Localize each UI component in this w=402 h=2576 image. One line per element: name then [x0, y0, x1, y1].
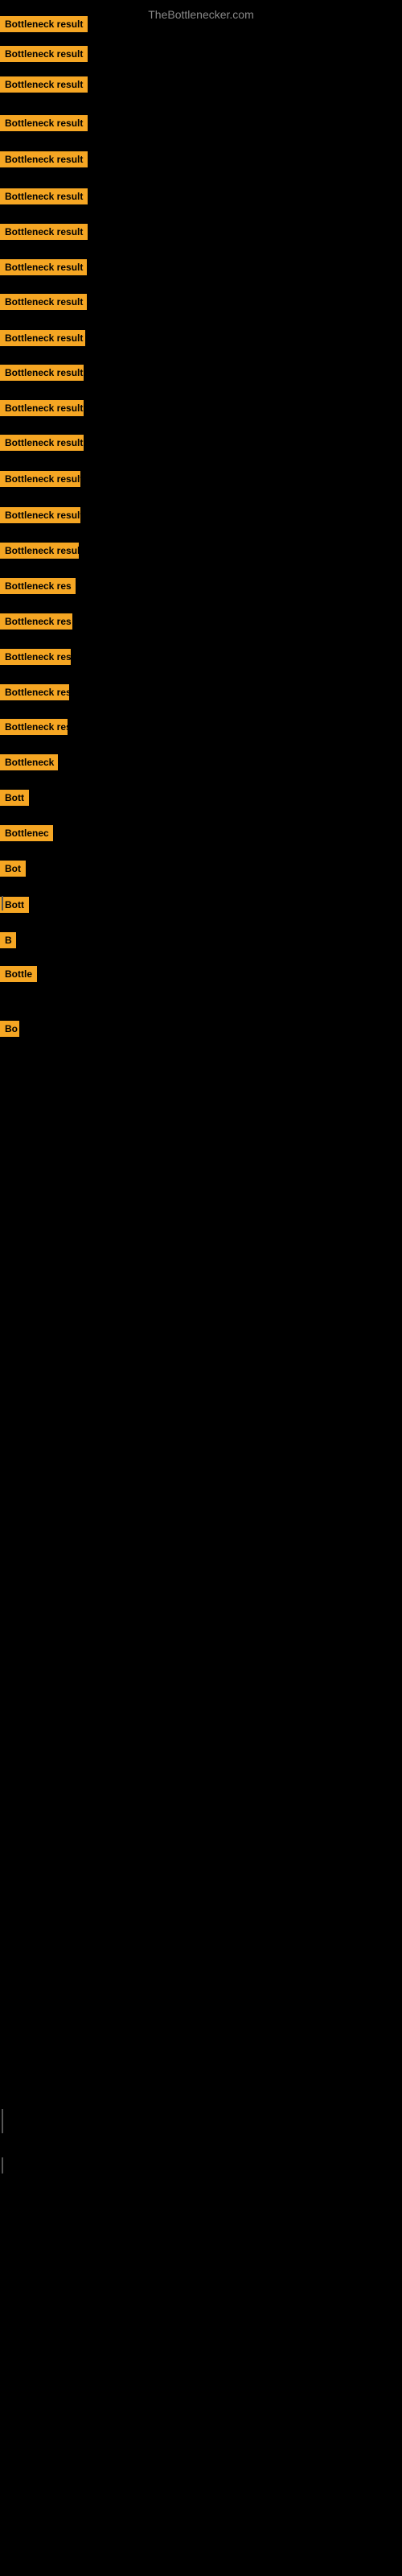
- bottleneck-badge-text-4: Bottleneck result: [0, 115, 88, 131]
- bottleneck-badge-15: Bottleneck result: [0, 507, 80, 527]
- bottleneck-badge-text-15: Bottleneck result: [0, 507, 80, 523]
- bottleneck-badge-text-14: Bottleneck result: [0, 471, 80, 487]
- bottleneck-badge-text-25: Bot: [0, 861, 26, 877]
- bottleneck-badge-text-8: Bottleneck result: [0, 259, 87, 275]
- bottleneck-badge-text-24: Bottlenec: [0, 825, 53, 841]
- bottleneck-badge-5: Bottleneck result: [0, 151, 88, 171]
- bottleneck-badge-13: Bottleneck result: [0, 435, 84, 455]
- bottleneck-badge-6: Bottleneck result: [0, 188, 88, 208]
- bottleneck-badge-text-10: Bottleneck result: [0, 330, 85, 346]
- bottleneck-badge-4: Bottleneck result: [0, 115, 88, 135]
- bottleneck-badge-text-26: Bott: [0, 897, 29, 913]
- bottleneck-badge-text-7: Bottleneck result: [0, 224, 88, 240]
- vertical-line-1: [2, 896, 3, 910]
- bottleneck-badge-23: Bott: [0, 790, 29, 810]
- bottleneck-badge-text-17: Bottleneck res: [0, 578, 76, 594]
- vertical-line-3: [2, 2157, 3, 2174]
- bottleneck-badge-19: Bottleneck res: [0, 649, 71, 669]
- bottleneck-badge-text-3: Bottleneck result: [0, 76, 88, 93]
- bottleneck-badge-24: Bottlenec: [0, 825, 53, 845]
- bottleneck-badge-16: Bottleneck result: [0, 543, 79, 563]
- bottleneck-badge-10: Bottleneck result: [0, 330, 85, 350]
- bottleneck-badge-27: B: [0, 932, 16, 952]
- bottleneck-badge-text-21: Bottleneck res: [0, 719, 68, 735]
- bottleneck-badge-28: Bottle: [0, 966, 37, 986]
- bottleneck-badge-text-9: Bottleneck result: [0, 294, 87, 310]
- vertical-line-2: [2, 2109, 3, 2133]
- bottleneck-badge-7: Bottleneck result: [0, 224, 88, 244]
- bottleneck-badge-18: Bottleneck res: [0, 613, 72, 634]
- bottleneck-badge-text-29: Bo: [0, 1021, 19, 1037]
- bottleneck-badge-3: Bottleneck result: [0, 76, 88, 97]
- bottleneck-badge-22: Bottleneck: [0, 754, 58, 774]
- bottleneck-badge-26: Bott: [0, 897, 29, 917]
- bottleneck-badge-text-20: Bottleneck res: [0, 684, 69, 700]
- bottleneck-badge-text-18: Bottleneck res: [0, 613, 72, 630]
- bottleneck-badge-11: Bottleneck result: [0, 365, 84, 385]
- bottleneck-badge-21: Bottleneck res: [0, 719, 68, 739]
- bottleneck-badge-9: Bottleneck result: [0, 294, 87, 314]
- bottleneck-badge-text-22: Bottleneck: [0, 754, 58, 770]
- bottleneck-badge-20: Bottleneck res: [0, 684, 69, 704]
- bottleneck-badge-text-1: Bottleneck result: [0, 16, 88, 32]
- bottleneck-badge-text-28: Bottle: [0, 966, 37, 982]
- bottleneck-badge-text-13: Bottleneck result: [0, 435, 84, 451]
- bottleneck-badge-1: Bottleneck result: [0, 16, 88, 36]
- bottleneck-badge-text-2: Bottleneck result: [0, 46, 88, 62]
- bottleneck-badge-text-5: Bottleneck result: [0, 151, 88, 167]
- bottleneck-badge-12: Bottleneck result: [0, 400, 84, 420]
- bottleneck-badge-2: Bottleneck result: [0, 46, 88, 66]
- bottleneck-badge-8: Bottleneck result: [0, 259, 87, 279]
- bottleneck-badge-text-27: B: [0, 932, 16, 948]
- bottleneck-badge-text-11: Bottleneck result: [0, 365, 84, 381]
- bottleneck-badge-29: Bo: [0, 1021, 19, 1041]
- bottleneck-badge-text-19: Bottleneck res: [0, 649, 71, 665]
- bottleneck-badge-text-23: Bott: [0, 790, 29, 806]
- bottleneck-badge-14: Bottleneck result: [0, 471, 80, 491]
- bottleneck-badge-17: Bottleneck res: [0, 578, 76, 598]
- bottleneck-badge-text-6: Bottleneck result: [0, 188, 88, 204]
- bottleneck-badge-25: Bot: [0, 861, 26, 881]
- bottleneck-badge-text-12: Bottleneck result: [0, 400, 84, 416]
- bottleneck-badge-text-16: Bottleneck result: [0, 543, 79, 559]
